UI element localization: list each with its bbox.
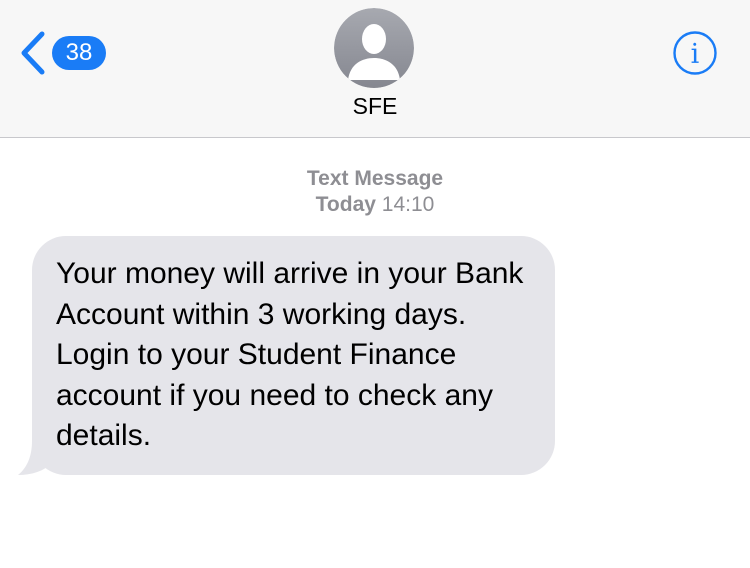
message-text: Your money will arrive in your Bank Acco…: [32, 236, 555, 475]
person-silhouette-icon: [334, 8, 414, 88]
nav-header: 38 SFE i: [0, 0, 750, 138]
svg-text:i: i: [691, 39, 700, 70]
message-timestamp: Text Message Today 14:10: [0, 166, 750, 218]
message-bubble-incoming[interactable]: Your money will arrive in your Bank Acco…: [18, 236, 555, 475]
info-button[interactable]: i: [672, 30, 718, 76]
date-time-label: Today 14:10: [0, 192, 750, 218]
back-button[interactable]: 38: [18, 30, 106, 76]
day-label: Today: [315, 193, 376, 216]
service-label: Text Message: [306, 167, 444, 190]
info-circle-icon: i: [673, 31, 717, 75]
contact-name[interactable]: SFE: [0, 93, 750, 120]
time-label: 14:10: [381, 193, 435, 216]
avatar[interactable]: [334, 8, 414, 88]
unread-count-badge: 38: [52, 36, 106, 70]
chevron-left-icon: [21, 31, 45, 75]
